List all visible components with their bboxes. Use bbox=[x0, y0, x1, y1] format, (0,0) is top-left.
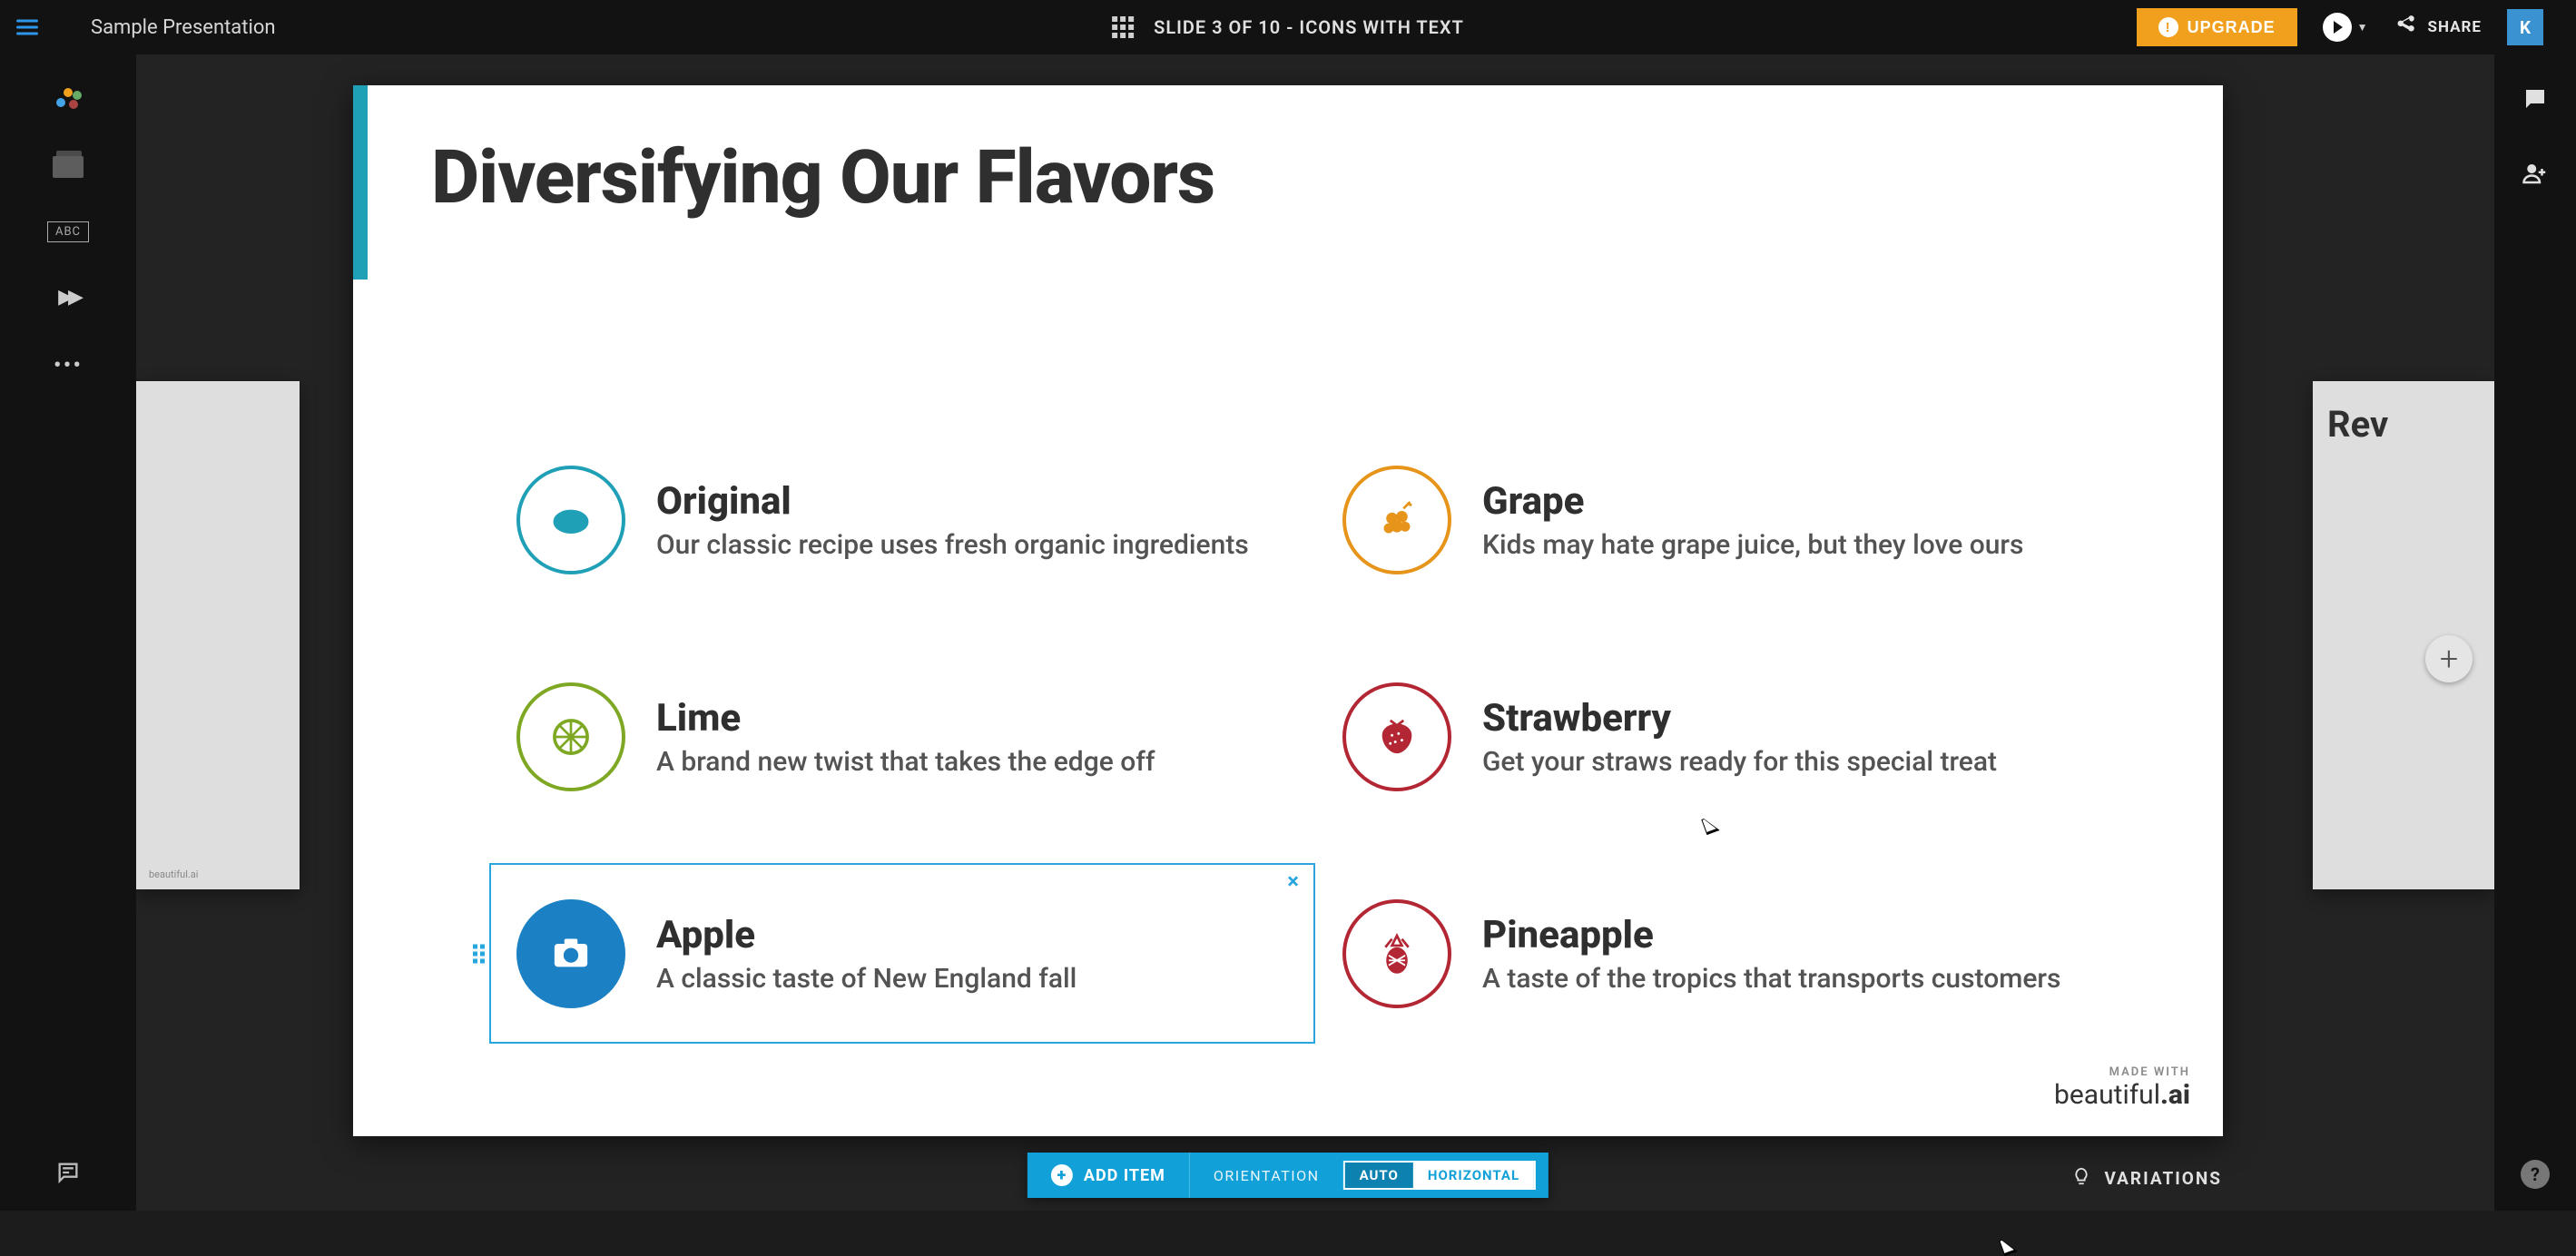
variations-label: VARIATIONS bbox=[2104, 1168, 2222, 1189]
play-icon bbox=[2323, 13, 2352, 42]
slide-title[interactable]: Diversifying Our Flavors bbox=[431, 134, 1214, 221]
item-apple[interactable]: × Apple A classic taste of New England f… bbox=[516, 879, 1288, 1027]
present-button[interactable]: ▼ bbox=[2323, 13, 2368, 42]
orientation-auto-option[interactable]: AUTO bbox=[1345, 1163, 1413, 1188]
orientation-label: ORIENTATION bbox=[1189, 1153, 1343, 1198]
drag-handle-icon[interactable] bbox=[473, 944, 485, 963]
presentation-title[interactable]: Sample Presentation bbox=[91, 16, 276, 39]
ellipsis-icon: ••• bbox=[54, 352, 83, 379]
icon-items-grid: Original Our classic recipe uses fresh o… bbox=[516, 446, 2114, 1027]
add-user-icon bbox=[2522, 173, 2549, 191]
lightbulb-icon bbox=[2071, 1166, 2091, 1191]
add-item-button[interactable]: + ADD ITEM bbox=[1027, 1153, 1189, 1198]
item-desc[interactable]: A taste of the tropics that transports c… bbox=[1482, 963, 2060, 995]
slide-indicator-text: SLIDE 3 OF 10 - ICONS WITH TEXT bbox=[1154, 16, 1464, 38]
camera-icon[interactable] bbox=[516, 899, 625, 1008]
layout-button[interactable] bbox=[0, 156, 136, 178]
help-button[interactable]: ? bbox=[2494, 1160, 2576, 1189]
add-slide-button[interactable]: + bbox=[2425, 635, 2473, 682]
item-title[interactable]: Strawberry bbox=[1482, 696, 1997, 741]
main-area: ABC ▶▶ ••• ? beautiful.a bbox=[0, 54, 2576, 1211]
slide-edit-toolbar: + ADD ITEM ORIENTATION AUTO HORIZONTAL bbox=[1027, 1153, 1549, 1198]
item-desc[interactable]: Get your straws ready for this special t… bbox=[1482, 746, 1997, 778]
more-button[interactable]: ••• bbox=[0, 352, 136, 379]
fast-forward-icon: ▶▶ bbox=[58, 286, 78, 309]
share-button[interactable]: SHARE bbox=[2394, 14, 2483, 41]
citrus-icon[interactable] bbox=[516, 682, 625, 791]
item-title[interactable]: Grape bbox=[1482, 479, 2023, 524]
item-grape[interactable]: Grape Kids may hate grape juice, but the… bbox=[1342, 446, 2114, 594]
header-right-group: ! UPGRADE ▼ SHARE K bbox=[2137, 8, 2576, 46]
item-lime[interactable]: Lime A brand new twist that takes the ed… bbox=[516, 663, 1288, 811]
plus-circle-icon: + bbox=[1051, 1164, 1073, 1186]
item-desc[interactable]: A classic taste of New England fall bbox=[656, 963, 1077, 995]
item-desc[interactable]: Kids may hate grape juice, but they love… bbox=[1482, 529, 2023, 561]
delete-item-button[interactable]: × bbox=[1287, 868, 1299, 894]
item-pineapple[interactable]: Pineapple A taste of the tropics that tr… bbox=[1342, 879, 2114, 1027]
pineapple-icon[interactable] bbox=[1342, 899, 1451, 1008]
color-dots-icon bbox=[54, 85, 82, 113]
variations-button[interactable]: VARIATIONS bbox=[2071, 1166, 2222, 1191]
user-avatar[interactable]: K bbox=[2507, 9, 2543, 45]
watermark-label: MADE WITH bbox=[2054, 1065, 2190, 1079]
orientation-horizontal-option[interactable]: HORIZONTAL bbox=[1413, 1163, 1534, 1188]
layout-icon bbox=[53, 156, 84, 178]
next-slide-preview[interactable]: Rev bbox=[2313, 381, 2494, 889]
strawberry-icon[interactable] bbox=[1342, 682, 1451, 791]
item-desc[interactable]: Our classic recipe uses fresh organic in… bbox=[656, 529, 1249, 561]
notes-button[interactable] bbox=[0, 1160, 136, 1189]
app-header: Sample Presentation SLIDE 3 OF 10 - ICON… bbox=[0, 0, 2576, 54]
share-label: SHARE bbox=[2428, 18, 2483, 36]
slide-watermark: MADE WITH beautiful.ai bbox=[2054, 1065, 2190, 1111]
previous-slide-brand: beautiful.ai bbox=[149, 868, 198, 880]
theme-button[interactable] bbox=[0, 85, 136, 113]
share-icon bbox=[2394, 14, 2417, 41]
comments-button[interactable] bbox=[2522, 85, 2549, 116]
abc-icon: ABC bbox=[47, 221, 89, 242]
upgrade-button[interactable]: ! UPGRADE bbox=[2137, 8, 2297, 46]
orientation-toggle[interactable]: AUTO HORIZONTAL bbox=[1343, 1161, 1537, 1190]
item-title[interactable]: Apple bbox=[656, 913, 1077, 957]
mouse-cursor-icon bbox=[1999, 1236, 2017, 1256]
add-collaborator-button[interactable] bbox=[2522, 160, 2549, 191]
hamburger-menu-button[interactable] bbox=[0, 0, 54, 54]
grapes-icon[interactable] bbox=[1342, 466, 1451, 574]
hamburger-icon bbox=[15, 15, 40, 40]
help-icon: ? bbox=[2521, 1160, 2550, 1189]
plus-icon: + bbox=[2440, 640, 2458, 678]
watermark-logo: beautiful.ai bbox=[2054, 1079, 2190, 1111]
item-title[interactable]: Pineapple bbox=[1482, 913, 2060, 957]
item-strawberry[interactable]: Strawberry Get your straws ready for thi… bbox=[1342, 663, 2114, 811]
play-dropdown-caret[interactable]: ▼ bbox=[2357, 21, 2368, 34]
animate-button[interactable]: ▶▶ bbox=[0, 286, 136, 309]
item-original[interactable]: Original Our classic recipe uses fresh o… bbox=[516, 446, 1288, 594]
slide-canvas[interactable]: Diversifying Our Flavors Original Our cl… bbox=[353, 85, 2223, 1136]
upgrade-label: UPGRADE bbox=[2188, 18, 2276, 37]
left-sidebar: ABC ▶▶ ••• bbox=[0, 54, 136, 1211]
slide-indicator-group[interactable]: SLIDE 3 OF 10 - ICONS WITH TEXT bbox=[1112, 16, 1464, 38]
accent-bar bbox=[353, 85, 368, 280]
previous-slide-preview[interactable]: beautiful.ai bbox=[136, 381, 300, 889]
upgrade-badge-icon: ! bbox=[2158, 17, 2178, 37]
add-item-label: ADD ITEM bbox=[1084, 1166, 1165, 1185]
item-desc[interactable]: A brand new twist that takes the edge of… bbox=[656, 746, 1155, 778]
item-title[interactable]: Lime bbox=[656, 696, 1155, 741]
lemon-icon[interactable] bbox=[516, 466, 625, 574]
text-style-button[interactable]: ABC bbox=[0, 221, 136, 242]
chat-icon bbox=[2522, 99, 2549, 116]
right-sidebar: ? bbox=[2494, 54, 2576, 1211]
notes-icon bbox=[55, 1160, 81, 1189]
next-slide-title: Rev bbox=[2327, 403, 2480, 446]
slide-grid-icon bbox=[1112, 16, 1134, 38]
item-title[interactable]: Original bbox=[656, 479, 1249, 524]
